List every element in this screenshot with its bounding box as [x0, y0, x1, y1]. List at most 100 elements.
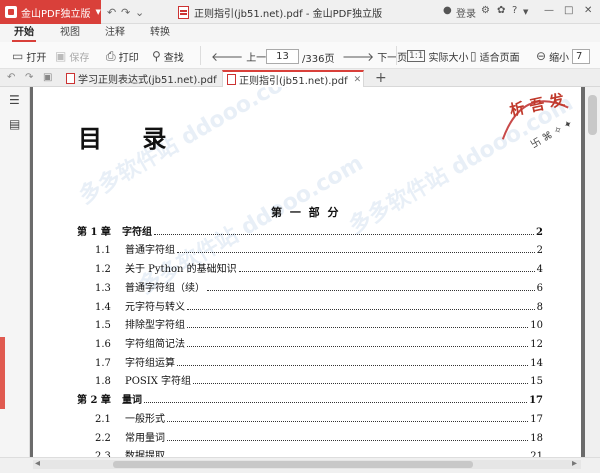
scroll-left-icon[interactable]: ◂	[35, 458, 40, 469]
skin-icon[interactable]: ✿	[497, 5, 505, 16]
zoom-input[interactable]: 7	[572, 49, 590, 64]
fit-page-icon: ▯	[470, 49, 477, 63]
window-title: 正则指引(jb51.net).pdf - 金山PDF独立版	[178, 5, 382, 20]
toc-page-number: 2	[536, 245, 543, 256]
undo-icon[interactable]: ↶	[7, 72, 15, 83]
toc-entry[interactable]: 2.2 常用量词 18	[95, 430, 543, 444]
toc-title: 字符组简记法	[125, 339, 185, 350]
toc-entry[interactable]: 2.3 数据提取 21	[95, 448, 543, 457]
tab-start[interactable]: 开始	[12, 24, 36, 42]
app-menu-button[interactable]: 金山PDF独立版 ▼	[0, 0, 101, 24]
toc-number: 1.3	[95, 283, 111, 294]
scrollbar-thumb[interactable]	[113, 461, 473, 468]
comments-icon[interactable]: ▤	[9, 117, 20, 131]
toc-page-number: 18	[530, 433, 543, 444]
save-button[interactable]: ▣ 保存	[55, 48, 89, 64]
printer-icon: ⎙	[106, 48, 116, 63]
toc-chapter[interactable]: 第 1 章字符组 2	[77, 224, 543, 238]
toc-leader-dots	[187, 309, 535, 310]
part-title: 第 一 部 分	[271, 206, 341, 219]
outline-icon[interactable]: ☰	[9, 93, 20, 107]
next-page-button[interactable]: 🡒 下一页	[342, 48, 407, 64]
close-tab-icon[interactable]: ✕	[354, 75, 362, 85]
arrow-right-icon: 🡒	[342, 49, 375, 64]
save-icon[interactable]: ▣	[43, 72, 52, 83]
redo-icon[interactable]: ↷	[25, 72, 33, 83]
toc-leader-dots	[207, 290, 535, 291]
stamp-logo: 析 吾 发 卐 ⌘ ✧ ✦	[501, 90, 575, 149]
toc-entry[interactable]: 1.7 字符组运算 14	[95, 355, 543, 369]
toc-leader-dots	[193, 383, 529, 384]
toc-number: 1.5	[95, 320, 111, 331]
toc-page-number: 10	[530, 320, 543, 331]
toc-leader-dots	[177, 252, 535, 253]
page-number-input[interactable]: 13	[266, 49, 299, 64]
toc-title: 量词	[122, 395, 142, 406]
toc-title: 普通字符组（续）	[125, 283, 205, 294]
toc-leader-dots	[167, 440, 529, 441]
page-total: /336页	[302, 54, 335, 65]
toc-number: 第 2 章	[77, 395, 111, 406]
customize-icon[interactable]: ⌄	[135, 6, 144, 19]
ribbon-tabs: 开始 视图 注释 转换	[0, 24, 600, 42]
toc-page-number: 14	[530, 358, 543, 369]
toc-number: 1.6	[95, 339, 111, 350]
tab-annotate[interactable]: 注释	[105, 24, 125, 42]
toc-heading: 目 录	[78, 124, 183, 153]
title-bar: 金山PDF独立版 ▼ ↶ ↷ ⌄ 正则指引(jb51.net).pdf - 金山…	[0, 0, 600, 24]
toc-title: 排除型字符组	[125, 320, 185, 331]
toc-title: 常用量词	[125, 433, 165, 444]
app-name: 金山PDF独立版	[21, 8, 91, 20]
close-icon[interactable]: ✕	[584, 5, 592, 16]
scrollbar-thumb[interactable]	[588, 95, 597, 135]
settings-icon[interactable]: ⚙	[481, 5, 490, 16]
toc-leader-dots	[154, 234, 535, 235]
toc-entry[interactable]: 1.3 普通字符组（续） 6	[95, 280, 543, 294]
open-button[interactable]: ▭ 打开	[12, 48, 46, 64]
toc-entry[interactable]: 1.6 字符组简记法 12	[95, 336, 543, 350]
zoom-out-button[interactable]: ⊖ 缩小	[536, 48, 569, 64]
toc-entry[interactable]: 2.1 一般形式 17	[95, 411, 543, 425]
toolbar-divider	[396, 46, 397, 65]
vertical-scrollbar[interactable]	[585, 87, 600, 457]
toc-number: 1.2	[95, 264, 111, 275]
toc-title: 字符组运算	[125, 358, 175, 369]
minimize-icon[interactable]: —	[544, 5, 554, 16]
help-icon[interactable]: ?	[512, 5, 517, 16]
tab-convert[interactable]: 转换	[150, 24, 170, 42]
doc-tab[interactable]: 学习正则表达式(jb51.net).pdf	[62, 70, 222, 87]
toc-entry[interactable]: 1.5 排除型字符组 10	[95, 317, 543, 331]
find-button[interactable]: ⚲ 查找	[152, 48, 184, 64]
print-button[interactable]: ⎙ 打印	[106, 48, 139, 64]
svg-text:卐 ⌘ ✧ ✦: 卐 ⌘ ✧ ✦	[529, 117, 575, 149]
sidebar-collapse-handle[interactable]	[0, 337, 5, 409]
scroll-right-icon[interactable]: ▸	[572, 458, 577, 469]
toc-entry[interactable]: 1.4 元字符与转义 8	[95, 299, 543, 313]
redo-icon[interactable]: ↷	[121, 6, 130, 19]
actual-size-button[interactable]: 1:1 实际大小	[407, 48, 468, 64]
toc-chapter[interactable]: 第 2 章量词 17	[77, 392, 543, 406]
horizontal-scrollbar[interactable]	[33, 460, 581, 469]
toc-entry[interactable]: 1.1 普通字符组 2	[95, 242, 543, 256]
zoom-out-icon: ⊖	[536, 49, 547, 63]
maximize-icon[interactable]: □	[564, 5, 573, 16]
toc-page-number: 8	[536, 302, 543, 313]
toc-title: 字符组	[122, 227, 152, 238]
undo-icon[interactable]: ↶	[107, 6, 116, 19]
doc-tab-active[interactable]: 正则指引(jb51.net).pdf ✕	[222, 70, 364, 87]
toc-entry[interactable]: 1.8 POSIX 字符组 15	[95, 373, 543, 387]
toc-title: 数据提取	[125, 451, 165, 457]
chevron-down-icon[interactable]: ▼	[523, 8, 528, 16]
toc-leader-dots	[144, 402, 528, 403]
pdf-file-icon	[178, 6, 189, 19]
login-link[interactable]: 登录	[456, 5, 476, 20]
toc-leader-dots	[238, 271, 535, 272]
user-icon[interactable]: ●	[443, 5, 452, 16]
toc-entry[interactable]: 1.2 关于 Python 的基础知识 4	[95, 261, 543, 275]
toc-page-number: 6	[536, 283, 543, 294]
fit-page-button[interactable]: ▯ 适合页面	[470, 48, 520, 64]
toc-title: POSIX 字符组	[125, 376, 192, 387]
new-tab-icon[interactable]: +	[375, 70, 387, 86]
tab-view[interactable]: 视图	[60, 24, 80, 42]
folder-icon: ▭	[12, 49, 24, 63]
